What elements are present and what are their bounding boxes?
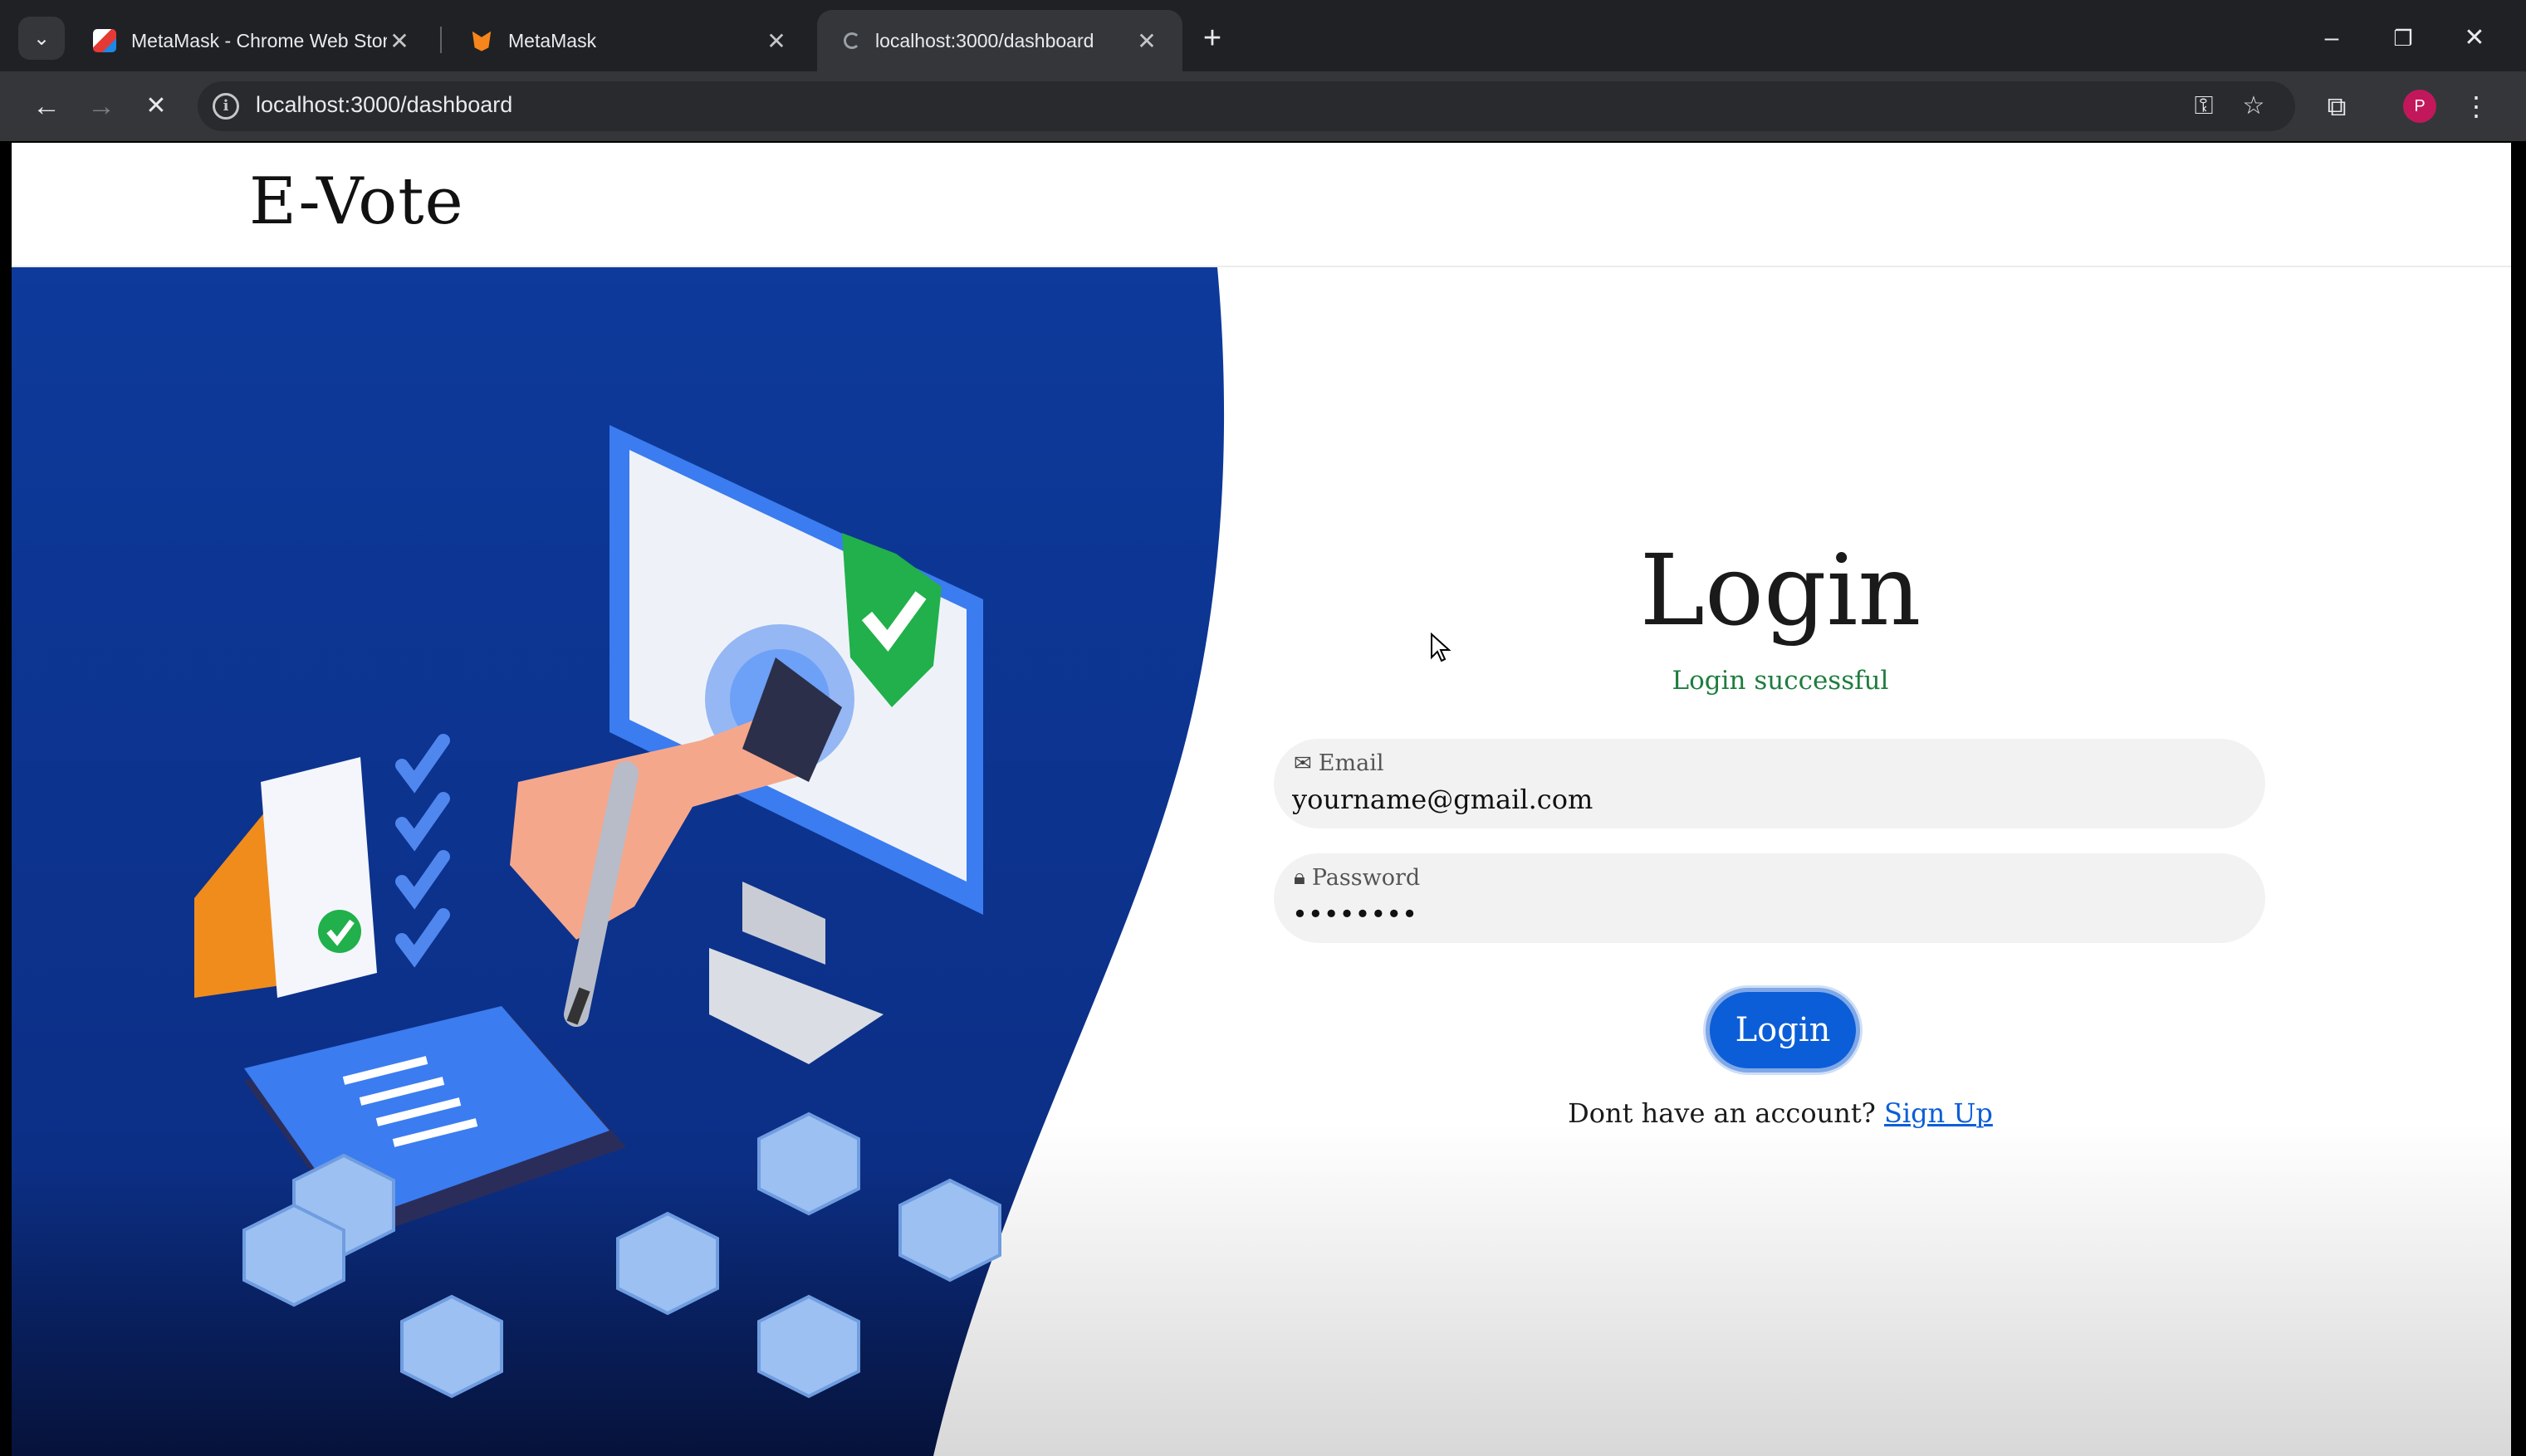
arrow-left-icon: ← — [32, 90, 61, 122]
tab-title: MetaMask — [508, 29, 597, 51]
login-status-message: Login successful — [1672, 666, 1889, 696]
tab-separator — [440, 27, 442, 53]
close-icon[interactable]: ✕ — [387, 27, 412, 55]
tab-chrome-web-store[interactable]: MetaMask - Chrome Web Store ✕ — [70, 10, 435, 71]
password-input[interactable] — [1292, 895, 2205, 933]
signup-prompt: Dont have an account? Sign Up — [1274, 1097, 2287, 1129]
back-button[interactable]: ← — [25, 85, 68, 128]
extensions-puzzle-icon[interactable]: ⧉ — [2315, 85, 2358, 128]
web-page: E-Vote Login Login successful ✉ Email yo… — [12, 143, 2511, 1456]
site-brand[interactable]: E-Vote — [249, 164, 464, 239]
menu-kebab-icon[interactable]: ⋮ — [2455, 85, 2498, 128]
mouse-cursor-icon — [1431, 633, 1451, 662]
site-info-icon[interactable]: i — [213, 93, 239, 120]
email-field[interactable]: ✉ Email — [1274, 739, 2265, 828]
minimize-button[interactable]: – — [2308, 15, 2355, 61]
login-button[interactable]: Login — [1706, 988, 1860, 1072]
web-store-icon — [93, 29, 116, 52]
close-window-button[interactable]: ✕ — [2451, 15, 2498, 61]
bookmark-star-icon[interactable]: ☆ — [2237, 90, 2270, 123]
email-label: ✉ Email — [1294, 750, 1383, 776]
envelope-icon: ✉ — [1294, 750, 1312, 776]
password-label: 🔒︎ Password — [1294, 865, 1420, 891]
login-title: Login — [1639, 533, 1921, 647]
close-icon: ✕ — [145, 92, 167, 120]
new-tab-button[interactable]: + — [1194, 20, 1231, 56]
tab-search-button[interactable]: ⌄ — [18, 17, 65, 60]
password-key-icon[interactable]: ⚿ — [2187, 90, 2220, 123]
signup-link[interactable]: Sign Up — [1884, 1097, 1993, 1129]
address-text[interactable]: localhost:3000/dashboard — [256, 92, 512, 118]
tab-dashboard[interactable]: localhost:3000/dashboard ✕ — [817, 10, 1182, 71]
metamask-fox-icon — [472, 31, 492, 51]
tab-title: MetaMask - Chrome Web Store — [131, 29, 387, 51]
email-input[interactable] — [1292, 780, 2205, 818]
stop-loading-button[interactable]: ✕ — [135, 85, 178, 128]
forward-button[interactable]: → — [80, 85, 123, 128]
chevron-down-icon: ⌄ — [32, 27, 51, 50]
browser-tab-bar: ⌄ MetaMask - Chrome Web Store ✕ MetaMask… — [0, 0, 2526, 71]
tab-metamask[interactable]: MetaMask ✕ — [447, 10, 812, 71]
email-label-text: Email — [1318, 750, 1384, 776]
close-icon[interactable]: ✕ — [1134, 27, 1159, 55]
password-label-text: Password — [1311, 865, 1421, 891]
browser-toolbar: ← → ✕ i localhost:3000/dashboard ⚿ ☆ ⧉ ⋮ — [0, 71, 2526, 141]
lock-icon: 🔒︎ — [1294, 865, 1305, 890]
address-bar[interactable]: i localhost:3000/dashboard ⚿ ☆ — [198, 81, 2295, 131]
login-hero: Login Login successful ✉ Email 🔒︎ Passwo… — [12, 267, 2511, 1456]
signup-prompt-text: Dont have an account? — [1568, 1097, 1876, 1129]
arrow-right-icon: → — [87, 90, 115, 122]
tab-title: localhost:3000/dashboard — [875, 29, 1094, 51]
site-navbar: E-Vote — [12, 143, 2511, 267]
loading-spinner-icon — [844, 32, 860, 49]
restore-button[interactable]: ❐ — [2380, 15, 2426, 61]
profile-avatar[interactable]: P — [2403, 90, 2436, 123]
close-icon[interactable]: ✕ — [764, 27, 789, 55]
password-field[interactable]: 🔒︎ Password — [1274, 853, 2265, 943]
